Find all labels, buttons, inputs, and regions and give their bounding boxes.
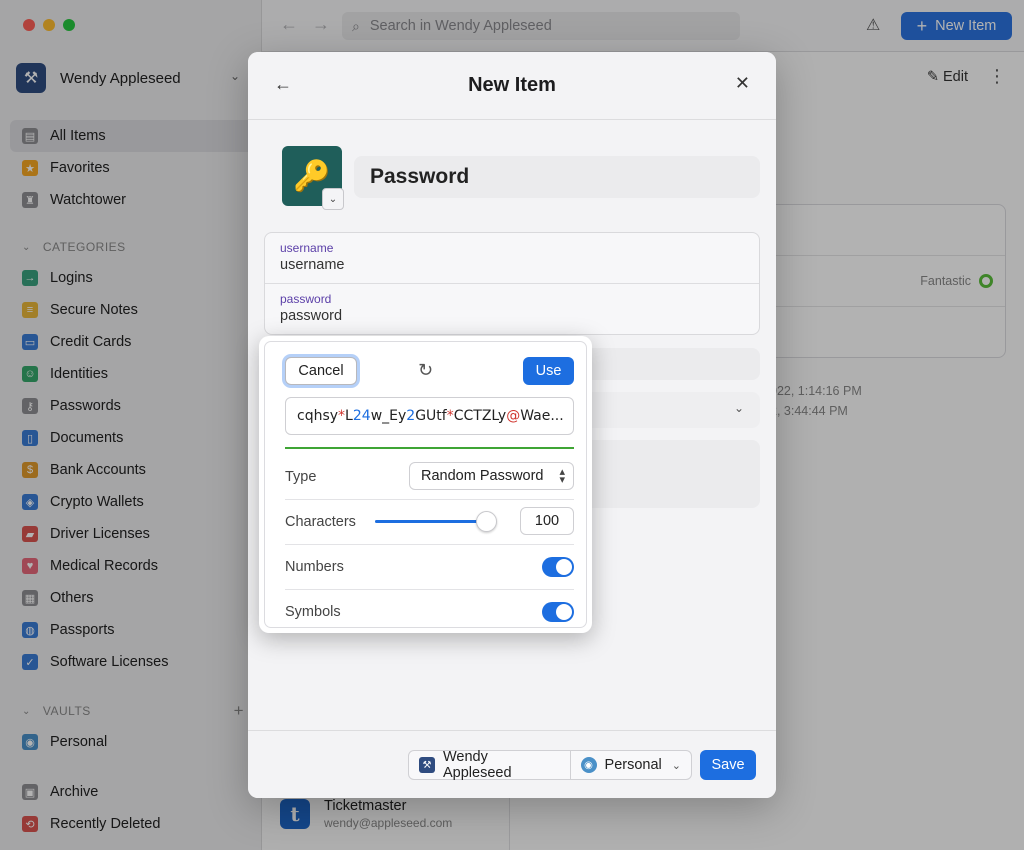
symbols-row: Symbols: [285, 589, 574, 634]
characters-slider[interactable]: [375, 511, 497, 532]
refresh-icon[interactable]: ↻: [418, 360, 433, 381]
toggle-knob: [556, 559, 572, 575]
app-window: ⚒ Wendy Appleseed ⌄ ▤ All Items ★ Favorites…: [0, 0, 1024, 850]
slider-fill: [375, 520, 487, 523]
numbers-row: Numbers: [285, 544, 574, 589]
use-button[interactable]: Use: [523, 357, 574, 385]
toggle-knob: [556, 604, 572, 620]
footer-account-name: Wendy Appleseed: [442, 749, 512, 781]
field-value: username: [280, 257, 345, 273]
icon-chevron-down-icon[interactable]: ⌄: [322, 188, 344, 210]
vault-icon: ◉: [580, 757, 597, 773]
account-avatar-icon: ⚒: [419, 757, 435, 773]
login-fields-card: username username password password: [264, 232, 760, 335]
footer-vault-name: Personal: [604, 757, 662, 773]
characters-row: Characters 100: [285, 499, 574, 544]
chevron-down-icon: ⌄: [671, 759, 681, 772]
password-segment: *: [338, 408, 346, 424]
dialog-footer: ⚒ Wendy Appleseed ◉ Personal ⌄ Save: [248, 730, 776, 798]
dialog-title: New Item: [468, 74, 556, 96]
slider-handle[interactable]: [476, 511, 497, 532]
password-segment: 24: [352, 408, 371, 424]
password-segment: w_Ey: [370, 408, 407, 424]
symbols-label: Symbols: [285, 603, 341, 620]
field-label: password: [280, 292, 332, 306]
cancel-button[interactable]: Cancel: [285, 357, 357, 385]
password-segment: cqhsy: [297, 408, 339, 424]
type-value: Random Password: [421, 468, 544, 484]
password-type-select[interactable]: Random Password ▴ ▾: [409, 462, 574, 490]
vault-selector[interactable]: ⚒ Wendy Appleseed ◉ Personal ⌄: [408, 749, 692, 781]
password-segment: @: [506, 408, 521, 424]
characters-count-input[interactable]: 100: [520, 507, 574, 535]
password-field[interactable]: password password: [265, 284, 759, 335]
type-row: Type Random Password ▴ ▾: [285, 454, 574, 499]
password-segment: *: [446, 408, 454, 424]
updown-chevron-icon: ▴ ▾: [559, 466, 565, 486]
save-button[interactable]: Save: [700, 750, 756, 780]
field-label: username: [280, 241, 334, 255]
password-segment: Wae...: [520, 408, 564, 424]
symbols-toggle[interactable]: [542, 602, 574, 622]
username-field[interactable]: username username: [265, 233, 759, 284]
field-value: password: [280, 308, 343, 324]
dialog-header: ← New Item ✕: [248, 52, 776, 120]
password-segment: GUtf: [415, 408, 447, 424]
characters-label: Characters: [285, 513, 356, 530]
item-title-input[interactable]: Password: [354, 156, 760, 198]
password-segment: L: [345, 408, 353, 424]
generated-password-field[interactable]: cqhsy * L 24 w_Ey 2 GUtf * CCTZLy @ Wae...: [285, 397, 574, 435]
password-segment: 2: [406, 408, 416, 424]
password-segment: CCTZLy: [453, 408, 507, 424]
chevron-down-icon: ⌄: [733, 401, 744, 415]
numbers-toggle[interactable]: [542, 557, 574, 577]
account-part: ⚒ Wendy Appleseed: [409, 749, 570, 781]
password-strength-bar: [285, 447, 574, 449]
generator-panel: Cancel ↻ Use cqhsy * L 24 w_Ey 2 GUtf * CCTZLy @ W…: [264, 341, 587, 628]
close-icon[interactable]: ✕: [735, 73, 750, 94]
vault-part: ◉ Personal ⌄: [569, 751, 691, 779]
numbers-label: Numbers: [285, 558, 344, 575]
password-generator-popover: Cancel ↻ Use cqhsy * L 24 w_Ey 2 GUtf * CCTZLy @ W…: [259, 336, 592, 633]
type-label: Type: [285, 468, 317, 485]
